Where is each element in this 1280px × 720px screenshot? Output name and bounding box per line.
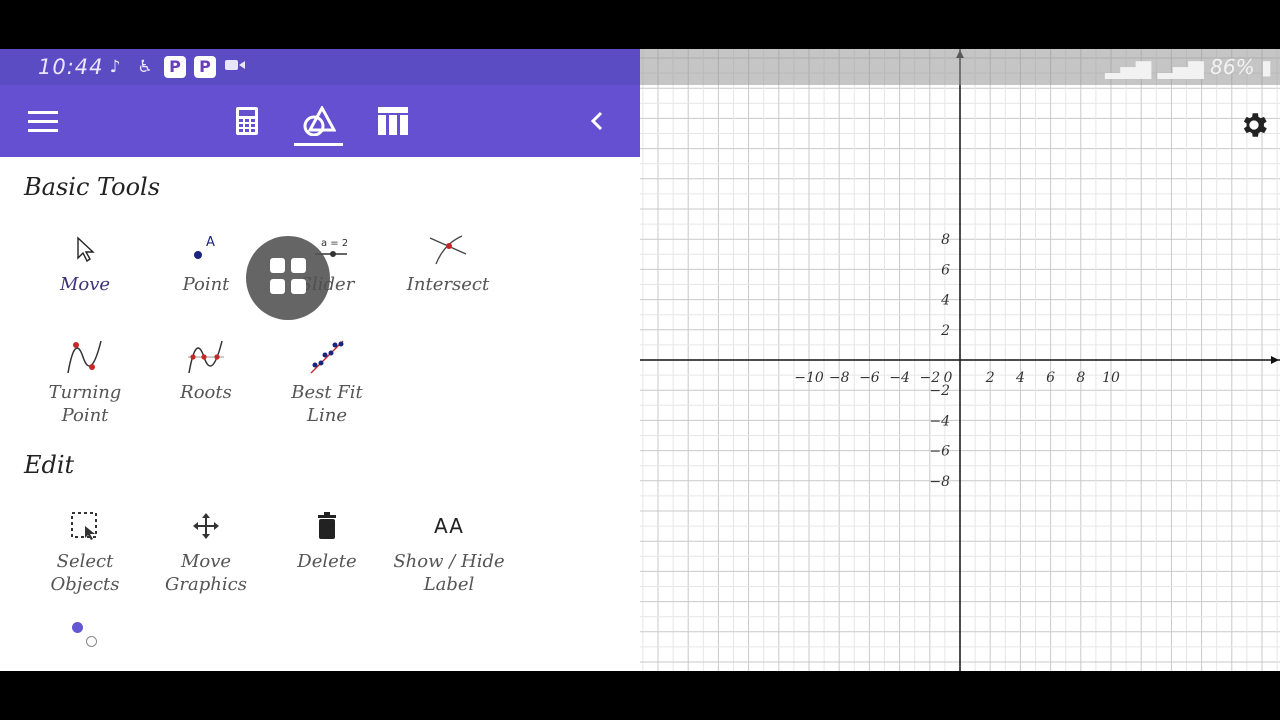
point-icon: A bbox=[148, 227, 264, 271]
best-fit-line-icon bbox=[269, 335, 385, 379]
battery-icon: ▮ bbox=[1254, 55, 1272, 79]
label-aa-icon: AA bbox=[434, 514, 464, 538]
roots-tool[interactable]: Roots bbox=[148, 335, 264, 404]
music-note-icon: ♪ bbox=[109, 57, 121, 77]
move-graphics-label-2: Graphics bbox=[165, 574, 247, 595]
style-dot-filled bbox=[72, 622, 83, 633]
accessibility-icon: ♿ bbox=[137, 57, 153, 77]
tools-panel: Basic Tools Move A Point a = 2 Slider In… bbox=[0, 157, 640, 671]
slider-icon-text: a = 2 bbox=[321, 238, 347, 249]
select-objects-tool[interactable]: Select Objects bbox=[27, 504, 143, 596]
x-tick-label: 4 bbox=[1015, 370, 1025, 386]
table-tab-icon[interactable] bbox=[372, 85, 414, 157]
intersect-icon bbox=[390, 227, 506, 271]
select-objects-label-1: Select bbox=[56, 551, 114, 572]
turning-point-label-2: Point bbox=[61, 405, 109, 426]
show-hide-label-1: Show / Hide bbox=[393, 551, 505, 572]
battery-percent: 86% bbox=[1210, 55, 1255, 79]
y-tick-label: 4 bbox=[940, 293, 950, 309]
delete-tool[interactable]: Delete bbox=[269, 504, 385, 573]
turning-point-tool[interactable]: Turning Point bbox=[27, 335, 143, 427]
x-tick-label: −6 bbox=[859, 370, 880, 386]
point-icon-letter: A bbox=[206, 235, 215, 250]
x-axis-arrow bbox=[1271, 356, 1279, 364]
move-graphics-label-1: Move bbox=[180, 551, 232, 572]
select-objects-label-2: Objects bbox=[50, 574, 120, 595]
x-tick-label: −10 bbox=[794, 370, 824, 386]
x-tick-label: 10 bbox=[1102, 370, 1120, 386]
move-graphics-icon bbox=[148, 504, 264, 548]
status-bar: 10:44 ♪ ♿ P P bbox=[0, 49, 640, 85]
move-tool[interactable]: Move bbox=[27, 227, 143, 296]
settings-gear-icon[interactable] bbox=[1238, 109, 1270, 145]
screen: −10 −8 −6 −4 −2 0 2 4 6 8 10 8 6 4 2 −2 −4 −6 −8 10:44 ♪ ♿… bbox=[0, 49, 1280, 671]
x-tick-label: −8 bbox=[829, 370, 850, 386]
select-objects-icon bbox=[27, 504, 143, 548]
x-tick-label: 6 bbox=[1046, 370, 1055, 386]
p-app-icon: P bbox=[164, 56, 186, 78]
coordinate-grid[interactable]: −10 −8 −6 −4 −2 0 2 4 6 8 108642−2−4−6−8 bbox=[640, 49, 1280, 671]
edit-heading: Edit bbox=[24, 451, 75, 479]
y-tick-label: 6 bbox=[941, 262, 950, 278]
floating-grid-button[interactable] bbox=[246, 236, 330, 320]
show-hide-label-tool[interactable]: AA Show / Hide Label bbox=[390, 504, 508, 596]
grid-four-icon bbox=[268, 256, 308, 300]
y-tick-label: −8 bbox=[929, 474, 950, 490]
status-time: 10:44 bbox=[38, 55, 104, 79]
y-tick-label: −2 bbox=[929, 383, 950, 399]
x-tick-label: −4 bbox=[889, 370, 910, 386]
y-tick-label: −6 bbox=[929, 444, 950, 460]
collapse-chevron-icon[interactable] bbox=[582, 85, 612, 157]
menu-icon[interactable] bbox=[22, 85, 64, 157]
move-graphics-tool[interactable]: Move Graphics bbox=[148, 504, 264, 596]
y-tick-label: −4 bbox=[929, 413, 950, 429]
best-fit-line-label: Best Fit Line bbox=[291, 382, 363, 426]
graphics-view[interactable]: −10 −8 −6 −4 −2 0 2 4 6 8 10 8 6 4 2 −2 −4 −6 −8 bbox=[640, 49, 1280, 671]
tools-tab-icon[interactable] bbox=[298, 85, 340, 157]
turning-point-label-1: Turning bbox=[48, 382, 122, 403]
intersect-label: Intersect bbox=[406, 274, 490, 295]
selected-tab-indicator bbox=[294, 143, 343, 146]
video-icon bbox=[224, 56, 246, 78]
style-dot-empty bbox=[86, 636, 97, 647]
move-label: Move bbox=[59, 274, 111, 295]
intersect-tool[interactable]: Intersect bbox=[390, 227, 506, 296]
x-tick-label: 2 bbox=[985, 370, 995, 386]
best-fit-line-tool[interactable]: Best Fit Line bbox=[269, 335, 385, 427]
y-tick-label: 8 bbox=[941, 232, 950, 248]
roots-label: Roots bbox=[180, 382, 232, 403]
battery-level: ▂▄▆ ▂▄▆ 86% ▮ bbox=[1105, 55, 1272, 79]
turning-point-icon bbox=[27, 335, 143, 379]
p-app-icon: P bbox=[194, 56, 216, 78]
cursor-arrow-icon bbox=[27, 227, 143, 271]
roots-icon bbox=[148, 335, 264, 379]
delete-label: Delete bbox=[297, 551, 357, 572]
signal-icon: ▂▄▆ ▂▄▆ bbox=[1105, 55, 1211, 79]
x-tick-label: 8 bbox=[1076, 370, 1085, 386]
status-bar-right: ▂▄▆ ▂▄▆ 86% ▮ bbox=[640, 49, 1280, 85]
y-tick-label: 2 bbox=[940, 323, 950, 339]
basic-tools-heading: Basic Tools bbox=[24, 173, 161, 201]
app-toolbar bbox=[0, 85, 640, 157]
trash-icon bbox=[269, 504, 385, 548]
calculator-tab-icon[interactable] bbox=[226, 85, 268, 157]
show-hide-label-2: Label bbox=[423, 574, 475, 595]
